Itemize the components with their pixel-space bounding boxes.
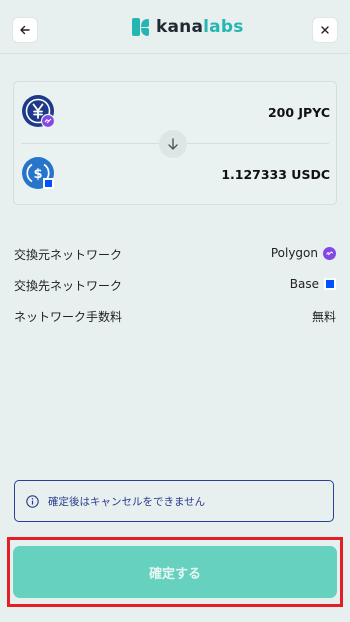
svg-text:$: $ (33, 167, 42, 182)
logo-text-labs: labs (203, 17, 244, 37)
back-button[interactable] (13, 18, 37, 42)
cancel-warning-notice: 確定後はキャンセルをできません (14, 480, 334, 522)
dest-network-row: 交換先ネットワーク Base (14, 277, 336, 295)
header-divider (0, 53, 350, 54)
arrow-down-icon (168, 138, 178, 150)
network-fee-value: 無料 (311, 310, 336, 324)
header: kanalabs (0, 0, 350, 54)
jpyc-token-icon (22, 95, 56, 129)
kanalabs-logo-icon (132, 18, 149, 36)
dest-network-value: Base (290, 277, 336, 291)
cancel-warning-text: 確定後はキャンセルをできません (48, 495, 206, 508)
confirm-button[interactable]: 確定する (13, 546, 337, 598)
base-icon (324, 278, 336, 290)
arrow-left-icon (20, 25, 30, 35)
source-network-name: Polygon (270, 246, 318, 260)
close-button[interactable] (313, 18, 337, 42)
kanalabs-logo: kanalabs (129, 15, 244, 39)
to-amount: 1.127333 USDC (221, 167, 330, 182)
dest-network-name: Base (289, 277, 319, 291)
info-icon (26, 494, 39, 508)
network-fee-row: ネットワーク手数料 無料 (14, 308, 336, 326)
close-icon (321, 26, 329, 34)
dest-network-label: 交換先ネットワーク (14, 279, 123, 293)
source-network-value: Polygon (271, 246, 336, 260)
swap-direction (159, 130, 187, 158)
swap-summary-card: 200 JPYC $ 1.127333 USDC (13, 81, 337, 205)
source-network-label: 交換元ネットワーク (14, 248, 123, 262)
from-amount: 200 JPYC (267, 105, 330, 120)
polygon-icon (323, 246, 336, 260)
network-fee-label: ネットワーク手数料 (14, 310, 123, 324)
usdc-token-icon: $ (22, 157, 54, 189)
source-network-row: 交換元ネットワーク Polygon (14, 246, 336, 264)
logo-text-kana: kana (156, 17, 204, 37)
